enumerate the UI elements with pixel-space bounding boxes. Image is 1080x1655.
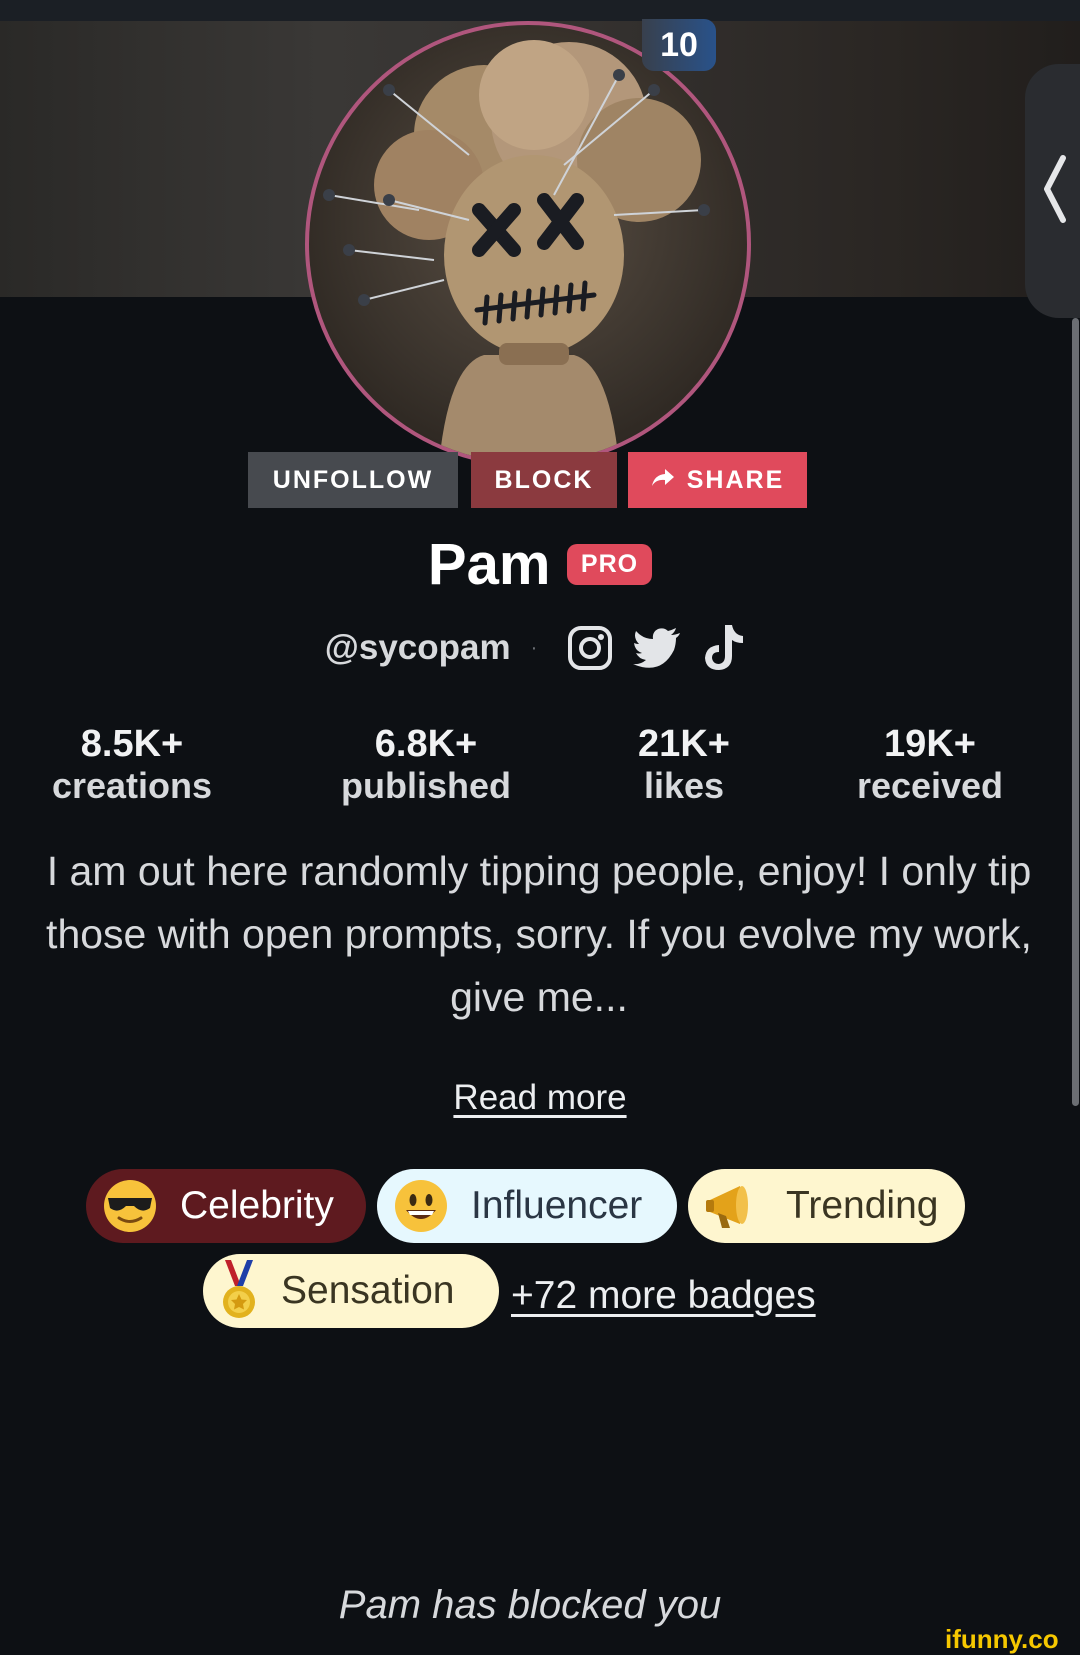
stat-likes: 21K+ likes bbox=[554, 722, 814, 806]
twitter-icon[interactable] bbox=[633, 628, 681, 668]
profile-handle: @sycopam bbox=[324, 628, 511, 667]
top-strip bbox=[0, 0, 1080, 21]
bio-line: I am out here randomly tipping people, e… bbox=[46, 848, 1032, 894]
avatar-image bbox=[309, 25, 747, 463]
profile-name: Pam bbox=[427, 532, 551, 597]
side-panel-toggle[interactable] bbox=[1025, 64, 1080, 318]
share-label: SHARE bbox=[686, 465, 785, 494]
bio-line: those with open prompts, sorry. If you e… bbox=[46, 911, 1032, 957]
stat-value: 19K+ bbox=[884, 723, 976, 765]
grinning-emoji-icon bbox=[393, 1178, 449, 1234]
megaphone-icon bbox=[704, 1178, 764, 1234]
read-more-link[interactable]: Read more bbox=[0, 1078, 1080, 1118]
badge-label: Trending bbox=[786, 1184, 939, 1227]
badge-sensation[interactable]: Sensation bbox=[203, 1254, 499, 1328]
handle-row: @sycopam · bbox=[0, 620, 1080, 676]
stat-label: likes bbox=[643, 765, 725, 806]
block-button[interactable]: BLOCK bbox=[471, 452, 617, 508]
instagram-icon[interactable] bbox=[567, 625, 613, 671]
chevron-left-icon bbox=[1041, 154, 1069, 229]
tiktok-icon[interactable] bbox=[701, 623, 745, 673]
stat-value: 21K+ bbox=[638, 723, 730, 765]
avatar[interactable] bbox=[305, 21, 751, 467]
stat-received: 19K+ received bbox=[800, 722, 1060, 806]
block-label: BLOCK bbox=[494, 465, 594, 494]
stat-value: 8.5K+ bbox=[80, 723, 184, 765]
badge-trending[interactable]: Trending bbox=[688, 1169, 965, 1243]
sunglasses-emoji-icon bbox=[102, 1178, 158, 1234]
more-badges-link[interactable]: +72 more badges bbox=[511, 1274, 816, 1318]
profile-name-row: Pam PRO bbox=[0, 531, 1080, 598]
badge-celebrity[interactable]: Celebrity bbox=[86, 1169, 366, 1243]
bio-line: give me... bbox=[450, 974, 628, 1020]
badge-influencer[interactable]: Influencer bbox=[377, 1169, 677, 1243]
pro-badge: PRO bbox=[566, 544, 653, 585]
stat-label: received bbox=[856, 765, 1004, 806]
medal-icon bbox=[219, 1260, 259, 1322]
share-button[interactable]: SHARE bbox=[628, 452, 807, 508]
share-arrow-icon bbox=[651, 466, 687, 495]
stat-published: 6.8K+ published bbox=[296, 722, 556, 806]
stat-label: published bbox=[341, 765, 511, 806]
unfollow-button[interactable]: UNFOLLOW bbox=[248, 452, 458, 508]
badge-label: Sensation bbox=[281, 1269, 455, 1312]
badge-label: Celebrity bbox=[180, 1184, 334, 1227]
blocked-message: Pam has blocked you bbox=[338, 1583, 722, 1627]
level-badge: 10 bbox=[642, 19, 716, 71]
profile-bio: I am out here randomly tipping people, e… bbox=[0, 840, 1080, 1029]
stat-label: creations bbox=[51, 765, 213, 806]
stat-value: 6.8K+ bbox=[374, 723, 478, 765]
stat-creations: 8.5K+ creations bbox=[2, 722, 262, 806]
separator-dot: · bbox=[530, 636, 538, 659]
unfollow-label: UNFOLLOW bbox=[272, 465, 434, 494]
watermark: ifunny.co bbox=[945, 1624, 1059, 1654]
badge-label: Influencer bbox=[471, 1184, 643, 1227]
